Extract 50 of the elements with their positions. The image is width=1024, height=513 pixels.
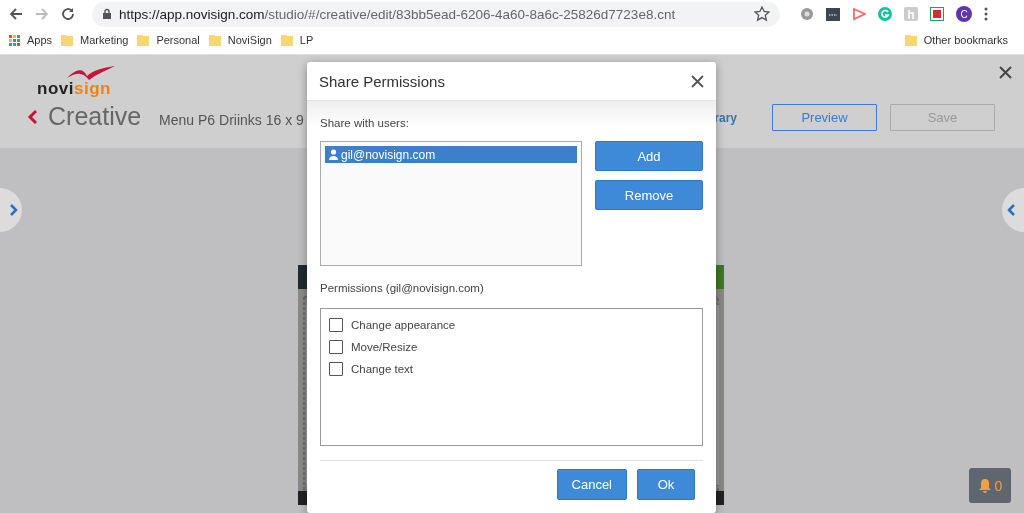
bookmark-item[interactable]: Apps bbox=[8, 33, 53, 47]
checkbox[interactable] bbox=[329, 340, 343, 354]
play-extension-icon[interactable] bbox=[852, 7, 866, 21]
remove-button[interactable]: Remove bbox=[595, 180, 703, 210]
close-icon[interactable] bbox=[999, 66, 1012, 79]
reload-icon[interactable] bbox=[60, 6, 76, 22]
circle-extension-icon[interactable] bbox=[800, 7, 814, 21]
profile-avatar[interactable]: C bbox=[956, 6, 972, 22]
square-extension-icon[interactable] bbox=[930, 7, 944, 21]
lock-icon bbox=[102, 8, 112, 20]
ok-button[interactable]: Ok bbox=[637, 469, 695, 500]
checkbox[interactable] bbox=[329, 318, 343, 332]
checkbox-label: Move/Resize bbox=[351, 341, 418, 353]
folder-icon bbox=[279, 33, 294, 47]
logo: novisign bbox=[37, 66, 115, 98]
section-label: Permissions (gil@novisign.com) bbox=[320, 282, 485, 294]
menu-icon[interactable] bbox=[984, 7, 988, 21]
bell-icon bbox=[977, 478, 992, 493]
dots-extension-icon[interactable] bbox=[826, 7, 840, 21]
checkbox-label: Change text bbox=[351, 363, 413, 375]
folder-icon bbox=[136, 33, 151, 47]
dialog-title: Share Permissions bbox=[319, 72, 446, 90]
chevron-icon bbox=[1007, 204, 1015, 216]
user-list[interactable]: gil@novisign.com bbox=[320, 141, 582, 266]
star-icon[interactable] bbox=[754, 6, 770, 22]
cancel-button[interactable]: Cancel bbox=[556, 469, 627, 500]
address-bar[interactable]: https://app.novisign.com/studio/#/creative/edit/83bb5ead-6206-4a60-8a6c-25826d7723e8.cnt bbox=[92, 1, 780, 27]
folder-icon bbox=[207, 33, 222, 47]
back-icon[interactable] bbox=[27, 109, 38, 125]
page-title: Creative bbox=[48, 102, 142, 131]
preview-button[interactable]: Preview bbox=[772, 104, 877, 131]
checkbox-label: Change appearance bbox=[351, 319, 456, 331]
user-item[interactable]: gil@novisign.com bbox=[325, 146, 577, 163]
add-button[interactable]: Add bbox=[595, 141, 703, 171]
bookmark-item[interactable]: LP bbox=[279, 33, 314, 47]
folder-icon bbox=[60, 33, 75, 47]
apps-icon bbox=[8, 33, 21, 47]
bookmark-item[interactable]: Marketing bbox=[60, 33, 129, 47]
chevron-icon bbox=[10, 204, 18, 216]
folder-icon bbox=[903, 33, 918, 47]
section-label: Share with users: bbox=[320, 117, 410, 129]
bookmark-item[interactable]: Personal bbox=[136, 33, 200, 47]
user-icon bbox=[329, 149, 338, 160]
creative-name: Menu P6 Driinks 16 x 9 bbox=[159, 112, 304, 128]
bookmark-item[interactable]: NoviSign bbox=[207, 33, 272, 47]
checkbox[interactable] bbox=[329, 362, 343, 376]
back-icon[interactable] bbox=[8, 6, 24, 22]
notifications-button[interactable]: 0 bbox=[969, 468, 1011, 503]
close-icon[interactable] bbox=[691, 74, 704, 88]
bookmark-item[interactable]: Other bookmarks bbox=[903, 33, 1008, 47]
